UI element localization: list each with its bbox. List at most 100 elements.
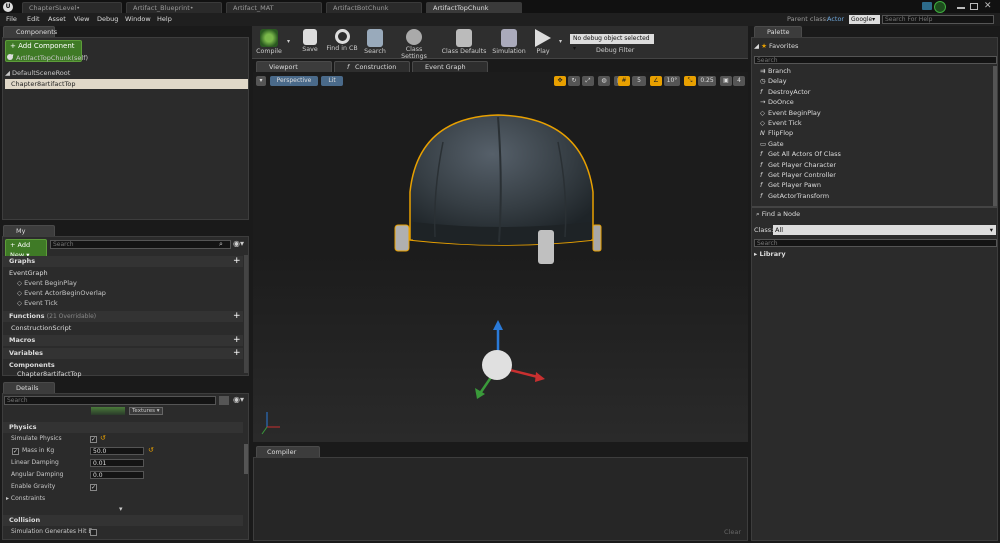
add-function-icon[interactable]: + xyxy=(233,311,241,321)
details-scrollbar[interactable] xyxy=(244,444,248,474)
compile-button[interactable]: Compile xyxy=(254,27,284,59)
component-root[interactable]: ◢ DefaultSceneRoot xyxy=(5,68,70,78)
palette-item-get-player-character[interactable]: f Get Player Character xyxy=(760,160,836,170)
save-button[interactable]: Save xyxy=(298,27,322,59)
favorites-header[interactable]: ◢ ★ Favorites xyxy=(754,41,798,51)
blueprint-scrollbar[interactable] xyxy=(244,255,248,373)
collision-section[interactable]: Collision xyxy=(3,515,243,526)
macros-section[interactable]: Macros xyxy=(3,335,243,346)
palette-scrollbar[interactable] xyxy=(993,66,997,206)
palette-item-event-beginplay[interactable]: ◇ Event BeginPlay xyxy=(760,108,821,118)
find-in-cb-button[interactable]: Find in CB xyxy=(325,27,359,59)
details-tab[interactable]: Details xyxy=(3,382,55,393)
component-variable[interactable]: Chapter8artifactTop xyxy=(17,369,82,379)
camera-speed-value[interactable]: 4 xyxy=(733,76,745,86)
tab-artifact-mat[interactable]: Artifact_MAT xyxy=(226,2,322,13)
clear-button[interactable]: Clear xyxy=(724,528,741,536)
translate-tool-button[interactable]: ✥ xyxy=(554,76,566,86)
add-graph-icon[interactable]: + xyxy=(233,256,241,266)
lit-button[interactable]: Lit xyxy=(321,76,343,86)
physics-section[interactable]: Physics xyxy=(3,422,243,433)
notification-icon[interactable] xyxy=(922,2,932,10)
class-settings-button[interactable]: Class Settings xyxy=(392,27,436,60)
debug-object-select[interactable]: No debug object selected ▾ xyxy=(570,34,654,52)
simulate-physics-checkbox[interactable]: ✓ xyxy=(90,436,97,443)
sim-hit-checkbox[interactable] xyxy=(90,529,97,536)
palette-item-destroy-actor[interactable]: f DestroyActor xyxy=(760,87,810,97)
component-selected-row[interactable]: Chapter8artifactTop xyxy=(5,79,248,89)
camera-speed-icon[interactable]: ▣ xyxy=(720,76,732,86)
reset-icon[interactable]: ↺ xyxy=(100,434,106,442)
compiler-results-tab[interactable]: Compiler Results xyxy=(256,446,320,466)
palette-item-get-all-actors[interactable]: f Get All Actors Of Class xyxy=(760,149,841,159)
enable-gravity-checkbox[interactable]: ✓ xyxy=(90,484,97,491)
viewport-options-button[interactable]: ▾ xyxy=(256,76,266,86)
class-defaults-button[interactable]: Class Defaults xyxy=(440,27,488,59)
class-select[interactable]: All ▾ xyxy=(773,225,996,235)
search-engine-select[interactable]: Google▾ xyxy=(849,15,880,24)
constraints-row[interactable]: ▸ Constraints xyxy=(6,494,45,504)
palette-tab[interactable]: Palette xyxy=(754,26,802,37)
event-item[interactable]: ◇ Event BeginPlay xyxy=(17,278,77,288)
scale-tool-button[interactable]: ⤢ xyxy=(582,76,594,86)
details-search-input[interactable]: Search xyxy=(4,396,216,405)
palette-item-get-player-controller[interactable]: f Get Player Controller xyxy=(760,170,836,180)
construction-script-item[interactable]: ConstructionScript xyxy=(11,323,71,333)
play-button[interactable]: Play xyxy=(531,27,555,59)
graphs-section[interactable]: Graphs xyxy=(3,256,243,267)
add-macro-icon[interactable]: + xyxy=(233,335,241,345)
scale-snap-button[interactable]: ⤡ xyxy=(684,76,696,86)
minimize-icon[interactable] xyxy=(957,3,965,9)
library-tree-item[interactable]: ▸ Library xyxy=(754,249,786,259)
menu-debug[interactable]: Debug xyxy=(97,15,118,23)
node-search-input[interactable]: Search xyxy=(754,239,997,247)
palette-item-event-tick[interactable]: ◇ Event Tick xyxy=(760,118,802,128)
palette-item-gate[interactable]: ▭ Gate xyxy=(760,139,784,149)
menu-edit[interactable]: Edit xyxy=(27,15,40,23)
functions-section[interactable]: Functions (21 Overridable) xyxy=(3,311,243,322)
scale-snap-value[interactable]: 0.25 xyxy=(698,76,716,86)
reset-icon[interactable]: ↺ xyxy=(148,446,154,454)
palette-search-input[interactable]: Search xyxy=(754,56,997,64)
palette-item-get-actor-transform[interactable]: f GetActorTransform xyxy=(760,191,829,201)
compile-options-icon[interactable]: ▾ xyxy=(287,38,290,45)
menu-help[interactable]: Help xyxy=(157,15,172,23)
tab-event-graph[interactable]: Event Graph xyxy=(412,61,488,72)
rotation-snap-value[interactable]: 10° xyxy=(664,76,680,86)
tab-construction-script[interactable]: fConstruction Script xyxy=(334,61,410,81)
search-button[interactable]: Search xyxy=(362,27,388,59)
tab-viewport[interactable]: Viewport xyxy=(256,61,332,72)
menu-view[interactable]: View xyxy=(74,15,89,23)
menu-asset[interactable]: Asset xyxy=(48,15,66,23)
components-tab[interactable]: Components xyxy=(3,26,57,37)
menu-file[interactable]: File xyxy=(6,15,17,23)
blueprint-search-input[interactable]: Search xyxy=(50,240,231,249)
linear-damping-input[interactable]: 0.01 xyxy=(90,459,144,467)
angular-damping-input[interactable]: 0.0 xyxy=(90,471,144,479)
my-blueprint-tab[interactable]: My Blueprint xyxy=(3,225,55,245)
perspective-button[interactable]: Perspective xyxy=(270,76,318,86)
viewport[interactable]: ▾ Perspective Lit ✥ ↻ ⤢ ◍ ▤ # 5 ∠ 10° ⤡ … xyxy=(253,72,748,442)
close-icon[interactable]: ✕ xyxy=(984,1,992,11)
grid-snap-value[interactable]: 5 xyxy=(632,76,646,86)
gizmo-pivot-sphere[interactable] xyxy=(482,350,512,380)
grid-snap-button[interactable]: # xyxy=(618,76,630,86)
rotation-snap-button[interactable]: ∠ xyxy=(650,76,662,86)
palette-item-get-player-pawn[interactable]: f Get Player Pawn xyxy=(760,180,821,190)
event-item[interactable]: ◇ Event ActorBeginOverlap xyxy=(17,288,106,298)
mass-input[interactable]: 50.0 xyxy=(90,447,144,455)
world-local-button[interactable]: ◍ xyxy=(598,76,610,86)
palette-item-branch[interactable]: ⇉ Branch xyxy=(760,66,791,76)
tab-artifact-blueprint[interactable]: Artifact_Blueprint• xyxy=(126,2,222,13)
variables-section[interactable]: Variables xyxy=(3,348,243,359)
property-matrix-icon[interactable] xyxy=(219,396,229,405)
eye-icon[interactable]: ◉▾ xyxy=(233,239,244,248)
help-search-input[interactable]: Search For Help xyxy=(882,15,994,24)
maximize-icon[interactable] xyxy=(970,3,978,10)
simulation-button[interactable]: Simulation xyxy=(490,27,528,59)
eventgraph-item[interactable]: EventGraph xyxy=(9,268,48,278)
tab-artifact-bot-chunk[interactable]: ArtifactBotChunk xyxy=(326,2,422,13)
palette-item-delay[interactable]: ◷ Delay xyxy=(760,76,787,86)
component-self[interactable]: ArtifactTopChunk(self) xyxy=(7,53,88,63)
mass-override-checkbox[interactable]: ✓ xyxy=(12,448,19,455)
